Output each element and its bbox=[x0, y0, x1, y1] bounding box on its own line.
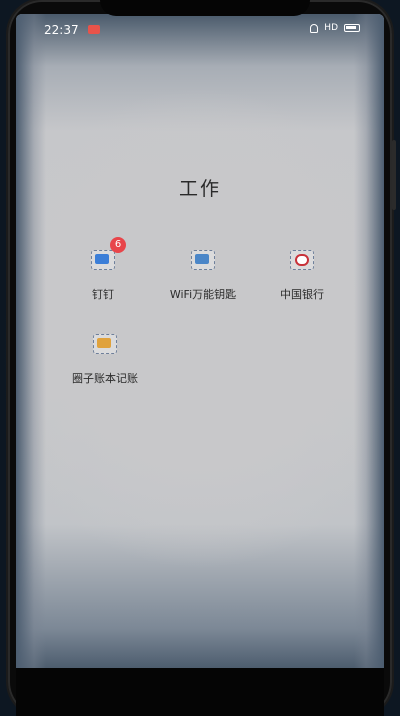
status-time: 22:37 bbox=[44, 23, 79, 37]
notification-badge: 6 bbox=[110, 237, 126, 253]
wifi-key-icon bbox=[191, 250, 215, 270]
screen-edge-right bbox=[354, 14, 384, 668]
bell-icon bbox=[310, 23, 319, 33]
status-indicators: HD bbox=[310, 23, 360, 33]
network-indicator: HD bbox=[324, 23, 338, 33]
bank-of-china-icon bbox=[290, 250, 314, 270]
dingtalk-icon: 6 bbox=[91, 237, 126, 270]
notification-icon bbox=[88, 25, 100, 34]
bottom-bezel bbox=[16, 668, 384, 716]
folder-title: 工作 bbox=[178, 178, 221, 200]
status-bar: 22:37 HD bbox=[16, 22, 384, 40]
ledger-icon bbox=[93, 334, 117, 354]
app-wifi-key[interactable]: WiFi万能钥匙 bbox=[153, 250, 253, 302]
camera-notch bbox=[100, 0, 310, 16]
app-label: 中国银行 bbox=[280, 288, 324, 301]
app-ledger[interactable]: 圈子账本记账 bbox=[55, 334, 155, 386]
app-dingtalk[interactable]: 6 钉钉 bbox=[53, 237, 153, 302]
battery-icon bbox=[344, 24, 360, 32]
app-bank-of-china[interactable]: 中国银行 bbox=[252, 250, 352, 302]
app-label: WiFi万能钥匙 bbox=[169, 288, 237, 301]
app-label: 钉钉 bbox=[92, 288, 114, 301]
app-label: 圈子账本记账 bbox=[72, 372, 138, 385]
screen-edge-left bbox=[16, 14, 46, 668]
